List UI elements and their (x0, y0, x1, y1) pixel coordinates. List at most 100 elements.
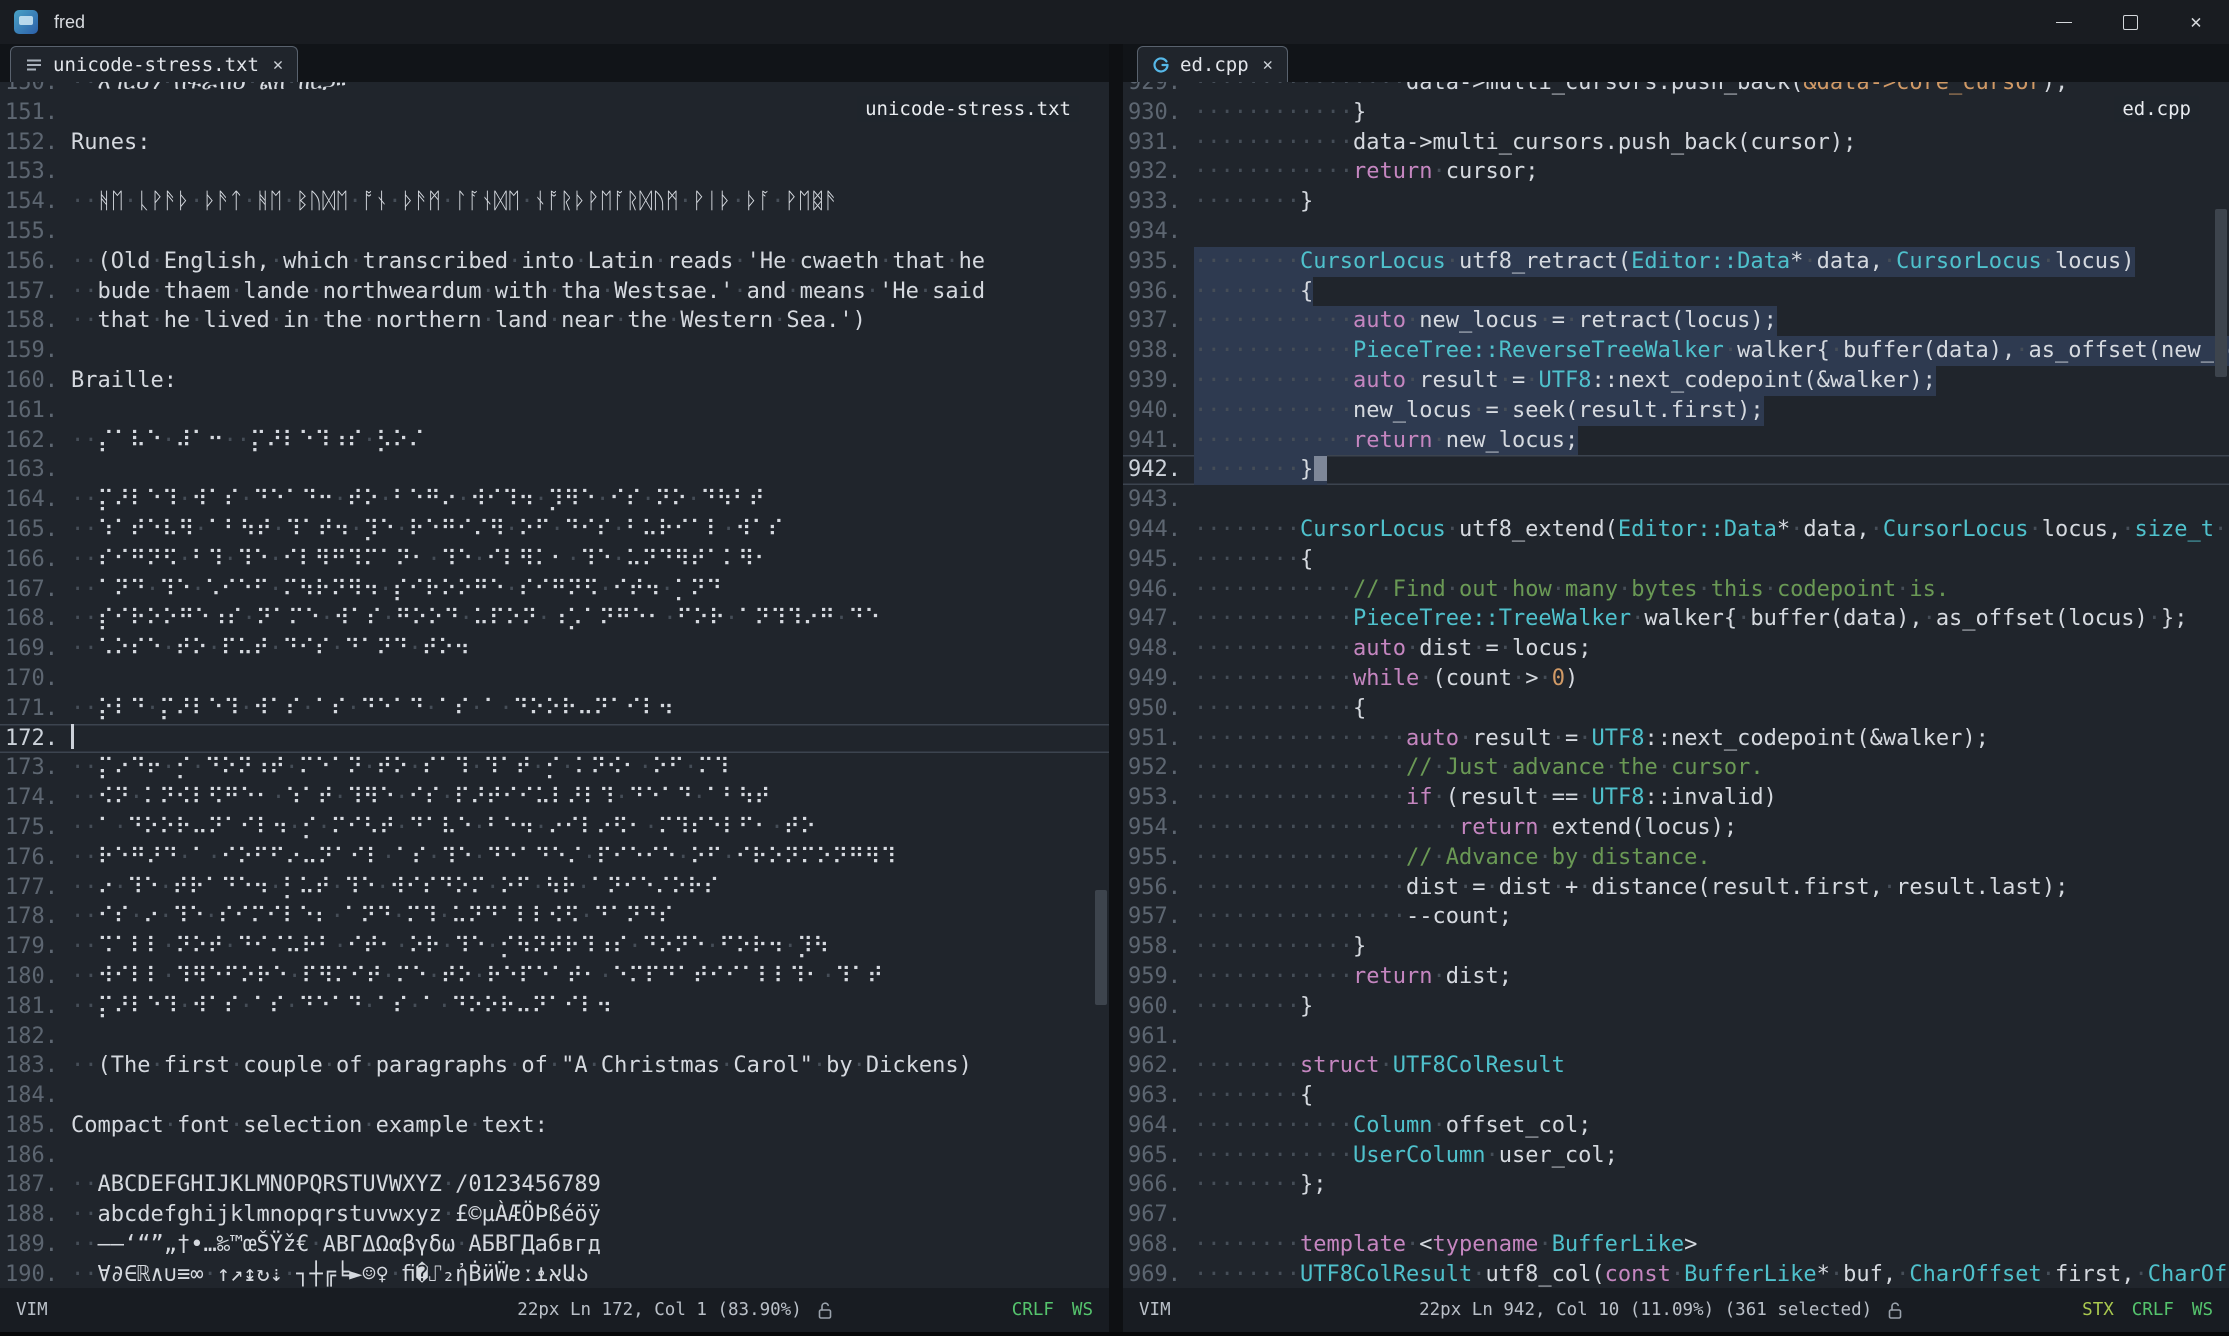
code-line[interactable]: 176.··⠗⠑⠛⠜⠙·⠁·⠊⠕⠋⠋⠔⠤⠝⠁⠊⠇·⠁⠎·⠹⠑·⠙⠑⠁⠙⠑⠌·⠏⠊… (0, 843, 1109, 873)
scrollbar-thumb[interactable] (1095, 890, 1107, 1005)
code-line[interactable]: 940.············new_locus·=·seek(result.… (1123, 396, 2229, 426)
code-line[interactable]: 954.····················return·extend(lo… (1123, 813, 2229, 843)
code-line[interactable]: 172. (0, 724, 1109, 754)
code-line[interactable]: 160.Braille: (0, 366, 1109, 396)
encoding-indicator[interactable]: STX (2082, 1300, 2114, 1320)
code-line[interactable]: 957.················--count; (1123, 902, 2229, 932)
eol-indicator[interactable]: CRLF (1012, 1300, 1054, 1320)
code-line[interactable]: 165.··⠱⠁⠞⠑⠧⠻·⠁⠃⠳⠞·⠹⠁⠞⠲·⡹⠑·⠗⠑⠛⠊⠌⠻·⠕⠋·⠙⠊⠎·… (0, 515, 1109, 545)
code-line[interactable]: 179.··⠩⠁⠇⠇·⠝⠕⠞·⠙⠊⠌⠥⠗⠃·⠊⠞⠂·⠕⠗·⠹⠑·⡊⠳⠝⠞⠗⠹⠰⠎… (0, 932, 1109, 962)
code-line[interactable]: 932.············return·cursor; (1123, 157, 2229, 187)
code-line[interactable]: 946.············//·Find·out·how·many·byt… (1123, 575, 2229, 605)
scrollbar-thumb[interactable] (2215, 209, 2227, 378)
vim-mode-indicator[interactable]: VIM (1139, 1300, 1171, 1320)
code-line[interactable]: 938.············PieceTree::ReverseTreeWa… (1123, 336, 2229, 366)
pane-divider[interactable] (1109, 44, 1123, 1336)
code-line[interactable]: 186. (0, 1141, 1109, 1171)
code-line[interactable]: 169.··⠡⠕⠎⠑·⠞⠕·⠏⠥⠞·⠙⠊⠎·⠙⠁⠝⠙·⠞⠕⠲ (0, 634, 1109, 664)
code-line[interactable]: 183.··(The·first·couple·of·paragraphs·of… (0, 1051, 1109, 1081)
tab-close-icon[interactable]: ✕ (1263, 55, 1273, 75)
code-line[interactable]: 933.········} (1123, 187, 2229, 217)
unlocked-icon[interactable] (816, 1301, 834, 1320)
code-line[interactable]: 963.········{ (1123, 1081, 2229, 1111)
code-line[interactable]: 968.········template·<typename·BufferLik… (1123, 1230, 2229, 1260)
code-line[interactable]: 952.················//·Just·advance·the·… (1123, 753, 2229, 783)
code-line[interactable]: 174.··⠪⠝·⠅⠝⠪⠇⠫⠛⠑⠂·⠱⠁⠞·⠹⠻⠑·⠊⠎·⠏⠜⠞⠊⠊⠥⠇⠜⠇⠹·… (0, 783, 1109, 813)
code-line[interactable]: 152.Runes: (0, 128, 1109, 158)
code-line[interactable]: 190.··∀∂∈ℝ∧∪≡∞·↑↗↨↻⇣·┐┼╔╘►☺♀·ﬁ�⑀₂ἠḂӥẄɐː⍎… (0, 1260, 1109, 1288)
code-line[interactable]: 951.················auto·result·=·UTF8::… (1123, 724, 2229, 754)
code-line[interactable]: 936.········{ (1123, 277, 2229, 307)
whitespace-indicator[interactable]: WS (2192, 1300, 2213, 1320)
code-line[interactable]: 930.············} (1123, 98, 2229, 128)
editor-pane-ed-cpp[interactable]: 929.················data->multi_cursors.… (1123, 82, 2229, 1288)
code-line[interactable]: 187.··ABCDEFGHIJKLMNOPQRSTUVWXYZ·/012345… (0, 1170, 1109, 1200)
code-line[interactable]: 969.········UTF8ColResult·utf8_col(const… (1123, 1260, 2229, 1288)
code-line[interactable]: 189.··–—‘“”„†•…‰™œŠŸž€·ΑΒΓΔΩαβγδω·АБВГДа… (0, 1230, 1109, 1260)
code-line[interactable]: 159. (0, 336, 1109, 366)
code-line[interactable]: 168.··⡎⠊⠗⠕⠕⠛⠑⠰⠎·⠝⠁⠍⠑·⠺⠁⠎·⠛⠕⠕⠙·⠥⠏⠕⠝·⠰⡡⠁⠝⠛… (0, 604, 1109, 634)
code-line[interactable]: 163. (0, 455, 1109, 485)
code-line[interactable]: 170. (0, 664, 1109, 694)
code-line[interactable]: 167.··⠁⠝⠙·⠹⠑·⠡⠊⠑⠋·⠍⠳⠗⠝⠻⠲·⡎⠊⠗⠕⠕⠛⠑·⠎⠊⠛⠝⠫·⠊… (0, 575, 1109, 605)
code-line[interactable]: 962.········struct·UTF8ColResult (1123, 1051, 2229, 1081)
code-line[interactable]: 959.············return·dist; (1123, 962, 2229, 992)
tab-ed-cpp[interactable]: ed.cpp ✕ (1137, 46, 1288, 82)
code-line[interactable]: 184. (0, 1081, 1109, 1111)
code-line[interactable]: 941.············return·new_locus; (1123, 426, 2229, 456)
code-line[interactable]: 185.Compact·font·selection·example·text: (0, 1111, 1109, 1141)
code-line[interactable]: 155. (0, 217, 1109, 247)
eol-indicator[interactable]: CRLF (2132, 1300, 2174, 1320)
code-line[interactable]: 967. (1123, 1200, 2229, 1230)
code-line[interactable]: 944.········CursorLocus·utf8_extend(Edit… (1123, 515, 2229, 545)
code-line[interactable]: 948.············auto·dist·=·locus; (1123, 634, 2229, 664)
code-line[interactable]: 188.··abcdefghijklmnopqrstuvwxyz·£©µÀÆÖÞ… (0, 1200, 1109, 1230)
code-line[interactable]: 955.················//·Advance·by·distan… (1123, 843, 2229, 873)
cursor-position-indicator[interactable]: 22px Ln 172, Col 1 (83.90%) (517, 1300, 801, 1320)
whitespace-indicator[interactable]: WS (1072, 1300, 1093, 1320)
code-line[interactable]: 942.········} (1123, 455, 2229, 485)
code-line[interactable]: 161. (0, 396, 1109, 426)
cursor-position-indicator[interactable]: 22px Ln 942, Col 10 (11.09%) (361 select… (1419, 1300, 1872, 1320)
code-line[interactable]: 157.··bude·thaem·lande·northweardum·with… (0, 277, 1109, 307)
code-line[interactable]: 175.··⠁·⠙⠕⠕⠗⠤⠝⠁⠊⠇⠲·⡊·⠍⠊⠣⠞·⠙⠁⠧⠑·⠃⠑⠲·⠔⠊⠇⠔⠫… (0, 813, 1109, 843)
code-line[interactable]: 154.··ᚻᛖ·ᚳᚹᚫᚦ·ᚦᚫᛏ·ᚻᛖ·ᛒᚢᛞᛖ·ᚩᚾ·ᚦᚫᛗ·ᛚᚪᚾᛞᛖ·ᚾ… (0, 187, 1109, 217)
code-line[interactable]: 173.··⡍⠔⠙⠖·⡊·⠙⠕⠝⠰⠞·⠍⠑⠁⠝·⠞⠕·⠎⠁⠹·⠹⠁⠞·⡊·⠅⠝⠪… (0, 753, 1109, 783)
scrollbar[interactable] (1095, 82, 1107, 1288)
code-line[interactable]: 158.··that·he·lived·in·the·northern·land… (0, 306, 1109, 336)
tab-unicode-stress-txt[interactable]: unicode-stress.txt ✕ (10, 46, 298, 82)
code-line[interactable]: 181.··⡍⠜⠇⠑⠹·⠺⠁⠎·⠁⠎·⠙⠑⠁⠙·⠁⠎·⠁·⠙⠕⠕⠗⠤⠝⠁⠊⠇⠲ (0, 992, 1109, 1022)
code-line[interactable]: 935.········CursorLocus·utf8_retract(Edi… (1123, 247, 2229, 277)
code-line[interactable]: 958.············} (1123, 932, 2229, 962)
vim-mode-indicator[interactable]: VIM (16, 1300, 48, 1320)
code-line[interactable]: 965.············UserColumn·user_col; (1123, 1141, 2229, 1171)
code-line[interactable]: 945.········{ (1123, 545, 2229, 575)
minimize-button[interactable] (2031, 0, 2097, 44)
unlocked-icon[interactable] (1886, 1301, 1904, 1320)
code-line[interactable]: 950.············{ (1123, 694, 2229, 724)
code-line[interactable]: 961. (1123, 1022, 2229, 1052)
code-line[interactable]: 953.················if·(result·==·UTF8::… (1123, 783, 2229, 813)
code-line[interactable]: 956.················dist·=·dist·+·distan… (1123, 873, 2229, 903)
code-line[interactable]: 171.··⡕⠇⠙·⡍⠜⠇⠑⠹·⠺⠁⠎·⠁⠎·⠙⠑⠁⠙·⠁⠎·⠁·⠙⠕⠕⠗⠤⠝⠁… (0, 694, 1109, 724)
tab-close-icon[interactable]: ✕ (273, 55, 283, 75)
maximize-button[interactable] (2097, 0, 2163, 44)
code-line[interactable]: 960.········} (1123, 992, 2229, 1022)
code-line[interactable]: 929.················data->multi_cursors.… (1123, 82, 2229, 98)
code-line[interactable]: 937.············auto·new_locus·=·retract… (1123, 306, 2229, 336)
code-line[interactable]: 164.··⡍⠜⠇⠑⠹·⠺⠁⠎·⠙⠑⠁⠙⠒·⠞⠕·⠃⠑⠛⠔·⠺⠊⠹⠲·⡹⠻⠑·⠊… (0, 485, 1109, 515)
code-line[interactable]: 964.············Column·offset_col; (1123, 1111, 2229, 1141)
close-button[interactable]: ✕ (2163, 0, 2229, 44)
scrollbar[interactable] (2215, 82, 2227, 1288)
code-line[interactable]: 947.············PieceTree::TreeWalker·wa… (1123, 604, 2229, 634)
editor-pane-unicode-stress[interactable]: 150.··እግርህን·በፍራሽህ·ልክ·ዘርጋ።151.152.Runes:1… (0, 82, 1109, 1288)
code-line[interactable]: 180.··⠺⠊⠇⠇·⠹⠻⠑⠋⠕⠗⠑·⠏⠻⠍⠊⠞·⠍⠑·⠞⠕·⠗⠑⠏⠑⠁⠞⠂·⠑… (0, 962, 1109, 992)
code-line[interactable]: 949.············while·(count·>·0) (1123, 664, 2229, 694)
code-line[interactable]: 153. (0, 157, 1109, 187)
code-line[interactable]: 934. (1123, 217, 2229, 247)
code-line[interactable]: 966.········}; (1123, 1170, 2229, 1200)
code-line[interactable]: 939.············auto·result·=·UTF8::next… (1123, 366, 2229, 396)
code-line[interactable]: 182. (0, 1022, 1109, 1052)
code-line[interactable]: 156.··(Old·English,·which·transcribed·in… (0, 247, 1109, 277)
code-line[interactable]: 931.············data->multi_cursors.push… (1123, 128, 2229, 158)
